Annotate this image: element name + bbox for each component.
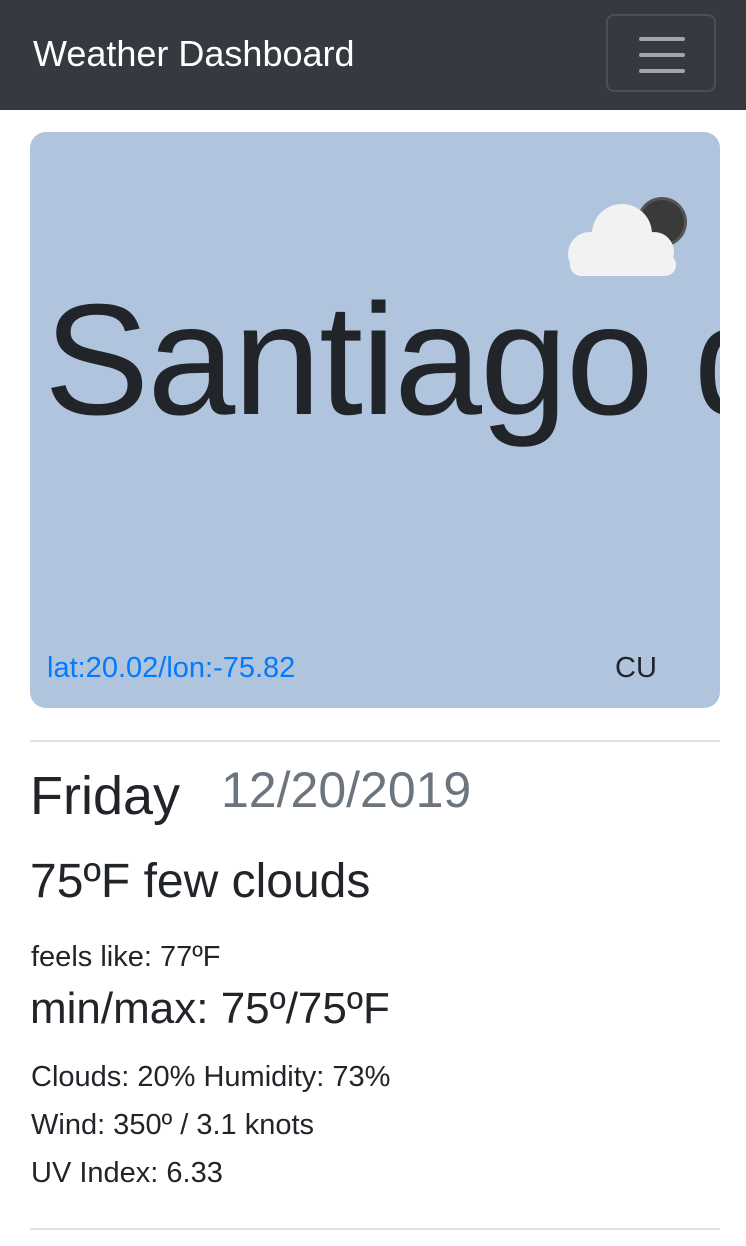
uv-index: UV Index: 6.33 [31, 1157, 223, 1189]
forecast-date: 12/20/2019 [221, 762, 472, 818]
divider [30, 1228, 720, 1230]
min-max-temperature: min/max: 75º/75ºF [30, 984, 390, 1033]
country-code: CU [615, 652, 657, 684]
forecast-day: Friday [30, 766, 181, 826]
navbar-brand[interactable]: Weather Dashboard [33, 32, 355, 76]
location-card: Santiago de Cuba lat:20.02/lon:-75.82 CU [30, 132, 720, 708]
coordinates-link[interactable]: lat:20.02/lon:-75.82 [47, 650, 295, 686]
feels-like: feels like: 77ºF [31, 941, 221, 973]
navbar: Weather Dashboard [0, 0, 746, 110]
wind: Wind: 350º / 3.1 knots [31, 1109, 315, 1141]
city-name: Santiago de Cuba [44, 272, 720, 448]
navbar-toggler-button[interactable] [606, 14, 716, 92]
temperature-description: 75ºF few clouds [30, 855, 371, 908]
clouds-humidity: Clouds: 20% Humidity: 73% [31, 1061, 391, 1093]
divider [30, 740, 720, 742]
